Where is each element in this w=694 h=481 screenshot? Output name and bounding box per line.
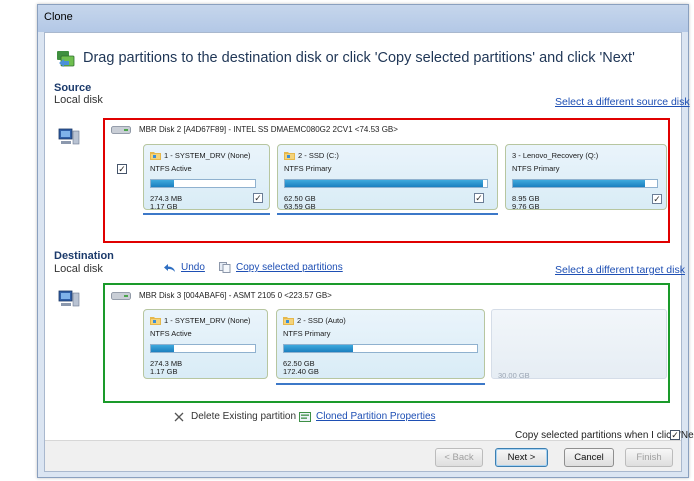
partition-select-checkbox[interactable]: ✓: [652, 194, 662, 204]
partition-type: NTFS Primary: [512, 164, 560, 173]
partition-usage-fill: [151, 180, 174, 187]
disk-icon: [111, 291, 131, 300]
partition-name: 2 - SSD (C:): [298, 151, 339, 160]
undo-arrow-icon: [164, 263, 175, 272]
partition-type: NTFS Active: [150, 329, 192, 338]
source-disk-select-checkbox[interactable]: ✓: [117, 164, 127, 174]
partition-total: 1.17 GB: [150, 367, 178, 376]
wizard-header: Drag partitions to the destination disk …: [55, 43, 635, 73]
partition-name: 3 - Lenovo_Recovery (Q:): [512, 151, 599, 160]
partition-sizes: 62.50 GB 172.40 GB: [283, 360, 319, 376]
partition-usage-bar: [150, 344, 256, 353]
unallocated-size: 30.00 GB: [498, 371, 530, 380]
partition-type: NTFS Active: [150, 164, 192, 173]
partition-usage-bar: [284, 179, 488, 188]
partition-sizes: 62.50 GB 63.59 GB: [284, 195, 316, 211]
delete-existing-partition-action[interactable]: Delete Existing partition: [174, 411, 296, 422]
partition-total: 9.76 GB: [512, 202, 540, 211]
destination-disk-label: MBR Disk 3 [004ABAF6] - ASMT 2105 0 <223…: [139, 291, 332, 300]
partition-title: 3 - Lenovo_Recovery (Q:): [512, 151, 598, 160]
window-title: Clone: [44, 11, 73, 23]
partition-title: 2 - SSD (C:): [284, 151, 339, 160]
partition-icon: [283, 317, 294, 325]
partition-usage-fill: [285, 180, 483, 187]
source-disk-label: MBR Disk 2 [A4D67F89] - INTEL SS DMAEMC0…: [139, 125, 398, 134]
partition-total: 1.17 GB: [150, 202, 178, 211]
properties-icon: [299, 411, 311, 422]
partition-icon: [150, 317, 161, 325]
partition-name: 1 - SYSTEM_DRV (None): [164, 151, 251, 160]
partition-icon: [150, 152, 161, 160]
next-button[interactable]: Next >: [495, 448, 548, 467]
undo-action[interactable]: Undo: [163, 262, 205, 273]
cloned-partition-properties-link[interactable]: Cloned Partition Properties: [316, 411, 436, 422]
computer-icon: [58, 290, 80, 307]
computer-icon: [58, 128, 80, 145]
destination-partition-2[interactable]: 2 - SSD (Auto) NTFS Primary 62.50 GB 172…: [276, 309, 485, 379]
partition-usage-bar: [512, 179, 658, 188]
destination-disk-header: MBR Disk 3 [004ABAF6] - ASMT 2105 0 <223…: [111, 291, 332, 300]
cancel-button[interactable]: Cancel: [564, 448, 614, 467]
partition-total: 172.40 GB: [283, 367, 319, 376]
copy-on-next-checkbox[interactable]: ✓: [670, 430, 680, 440]
partition-title: 1 - SYSTEM_DRV (None): [150, 151, 251, 160]
select-target-disk-link[interactable]: Select a different target disk: [555, 264, 685, 276]
title-bar: Clone: [38, 5, 688, 32]
delete-existing-partition-label[interactable]: Delete Existing partition: [191, 411, 296, 422]
destination-partition-1[interactable]: 1 - SYSTEM_DRV (None) NTFS Active 274.3 …: [143, 309, 268, 379]
partition-sizes: 274.3 MB 1.17 GB: [150, 195, 182, 211]
partition-name: 1 - SYSTEM_DRV (None): [164, 316, 251, 325]
partition-sizes: 274.3 MB 1.17 GB: [150, 360, 182, 376]
partition-sizes: 8.95 GB 9.76 GB: [512, 195, 540, 211]
copy-selected-partitions-action[interactable]: Copy selected partitions: [219, 262, 343, 273]
partition-title: 2 - SSD (Auto): [283, 316, 346, 325]
partition-usage-bar: [150, 179, 256, 188]
undo-link[interactable]: Undo: [181, 262, 205, 273]
partition-select-checkbox[interactable]: ✓: [253, 193, 263, 203]
destination-subtitle: Local disk: [54, 263, 103, 275]
delete-x-icon: [174, 412, 184, 421]
disk-icon: [111, 125, 131, 134]
partition-select-checkbox[interactable]: ✓: [474, 193, 484, 203]
partition-title: 1 - SYSTEM_DRV (None): [150, 316, 251, 325]
copy-icon: [219, 262, 231, 273]
finish-button[interactable]: Finish: [625, 448, 673, 467]
partition-selection-underline: [143, 213, 270, 215]
clone-wizard-icon: [57, 51, 75, 67]
source-disk-header: MBR Disk 2 [A4D67F89] - INTEL SS DMAEMC0…: [111, 125, 398, 134]
source-partition-3[interactable]: 3 - Lenovo_Recovery (Q:) NTFS Primary 8.…: [505, 144, 667, 211]
partition-selection-underline: [277, 213, 498, 215]
unallocated-space[interactable]: 30.00 GB: [491, 309, 667, 380]
clone-window: Clone Drag partitions to the destination…: [37, 4, 694, 478]
wizard-client: Drag partitions to the destination disk …: [44, 32, 694, 472]
partition-type: NTFS Primary: [283, 329, 331, 338]
destination-disk-panel: MBR Disk 3 [004ABAF6] - ASMT 2105 0 <223…: [103, 283, 670, 403]
source-disk-panel: MBR Disk 2 [A4D67F89] - INTEL SS DMAEMC0…: [103, 118, 670, 243]
partition-total: 63.59 GB: [284, 202, 316, 211]
source-partition-1[interactable]: 1 - SYSTEM_DRV (None) NTFS Active 274.3 …: [143, 144, 270, 211]
partition-type: NTFS Primary: [284, 164, 332, 173]
destination-title: Destination: [54, 250, 114, 262]
partition-usage-fill: [513, 180, 646, 187]
partition-selection-underline: [276, 383, 485, 385]
cloned-partition-properties-action[interactable]: Cloned Partition Properties: [299, 411, 436, 422]
copy-selected-partitions-link[interactable]: Copy selected partitions: [236, 262, 343, 273]
partition-usage-fill: [151, 345, 174, 352]
source-partition-2[interactable]: 2 - SSD (C:) NTFS Primary 62.50 GB 63.59…: [277, 144, 498, 211]
back-button[interactable]: < Back: [435, 448, 483, 467]
select-source-disk-link[interactable]: Select a different source disk: [555, 96, 690, 108]
button-bar: < Back Next > Cancel Finish: [45, 440, 681, 471]
partition-name: 2 - SSD (Auto): [297, 316, 346, 325]
source-subtitle: Local disk: [54, 94, 103, 106]
instruction-text: Drag partitions to the destination disk …: [83, 50, 635, 66]
source-title: Source: [54, 82, 92, 94]
partition-usage-fill: [284, 345, 354, 352]
partition-usage-bar: [283, 344, 478, 353]
partition-icon: [284, 152, 295, 160]
